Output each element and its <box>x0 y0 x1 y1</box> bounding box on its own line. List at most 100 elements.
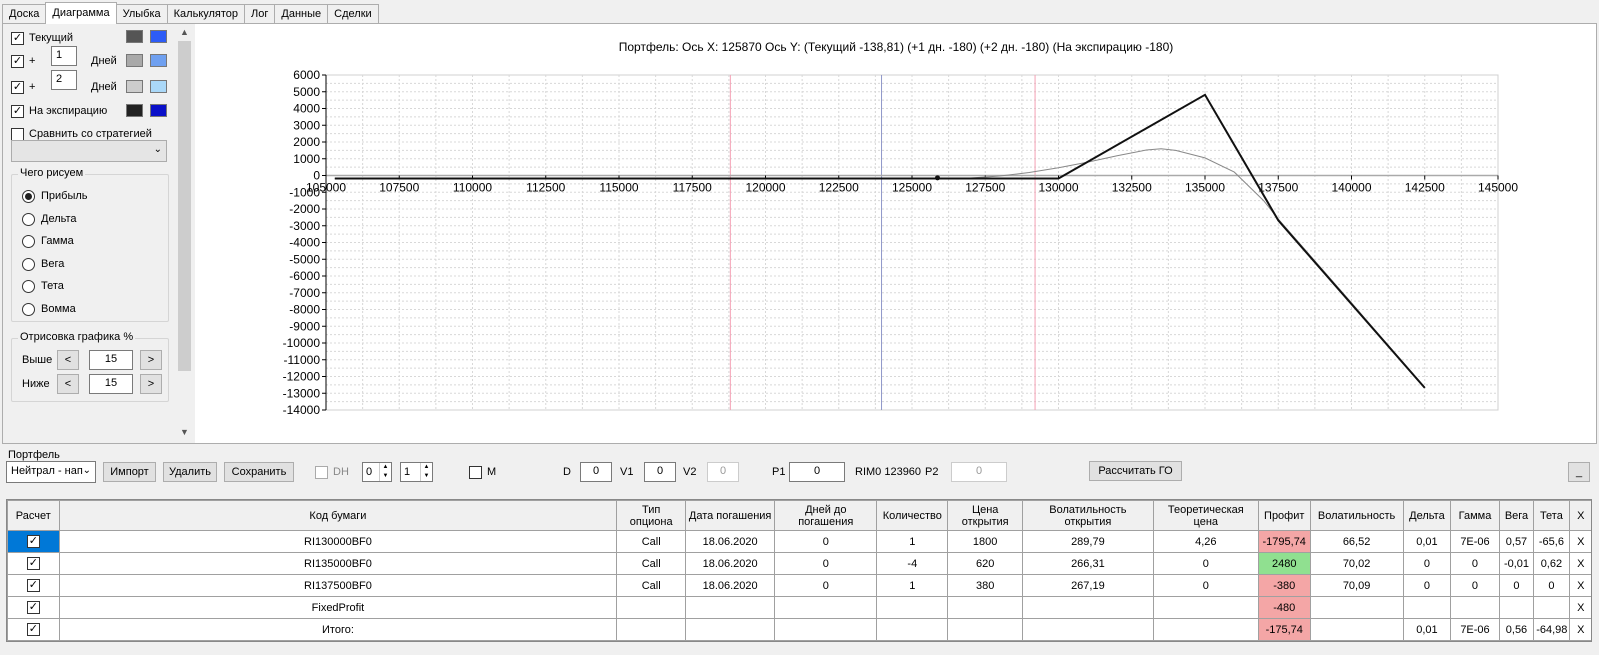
spin-updown-icon[interactable]: ▲ ▼ <box>420 463 432 481</box>
col-header-open-volatility[interactable]: Волатильность открытия <box>1022 500 1154 531</box>
table-row[interactable]: ✓ Итого: -175,74 0,01 7E-06 0,56 -64,98 X <box>7 618 1591 641</box>
radio-vega-circle[interactable] <box>22 257 35 271</box>
col-header-code[interactable]: Код бумаги <box>58 500 618 531</box>
plus2-days-input[interactable]: 2 <box>51 70 77 90</box>
v1-input[interactable]: 0 <box>644 462 676 482</box>
radio-delta[interactable]: Дельта <box>22 210 77 228</box>
dh-spin-1[interactable]: 0 ▲ ▼ <box>362 462 392 482</box>
table-row[interactable]: ✓ RI135000BF0 Call 18.06.2020 0 -4 620 266,31 0 2… <box>7 552 1591 575</box>
below-increase-button[interactable]: > <box>140 374 162 394</box>
col-header-quantity[interactable]: Количество <box>876 500 949 531</box>
below-decrease-button[interactable]: < <box>57 374 79 394</box>
strategy-combo[interactable]: Нейтрал - нап ⌄ <box>6 461 96 483</box>
plus1-days-input[interactable]: 1 <box>51 46 77 66</box>
below-input[interactable]: 15 <box>89 374 133 394</box>
delete-cell[interactable]: X <box>1568 552 1591 575</box>
current-color-1[interactable] <box>126 30 143 43</box>
save-button[interactable]: Сохранить <box>224 462 294 482</box>
col-header-theoretical-price[interactable]: Теоретическая цена <box>1152 500 1259 531</box>
minimize-button[interactable]: _ <box>1568 462 1590 482</box>
plus1-color-2[interactable] <box>150 54 167 67</box>
table-row[interactable]: ✓ FixedProfit -480 X <box>7 596 1591 619</box>
above-increase-button[interactable]: > <box>140 350 162 370</box>
plus1-checkbox[interactable]: ✓ <box>11 54 24 68</box>
col-header-open-price[interactable]: Цена открытия <box>947 500 1024 531</box>
calc-checkbox[interactable]: ✓ <box>26 557 40 570</box>
radio-theta-circle[interactable] <box>22 279 35 293</box>
expiration-checkbox[interactable]: ✓ <box>11 104 24 118</box>
delete-cell[interactable]: X <box>1568 596 1591 619</box>
tab-log[interactable]: Лог <box>244 4 276 24</box>
days-to-expiry-cell <box>774 618 878 641</box>
m-checkbox[interactable] <box>469 466 482 479</box>
calc-checkbox[interactable]: ✓ <box>26 535 40 548</box>
plus2-checkbox[interactable]: ✓ <box>11 80 24 94</box>
radio-vomma-circle[interactable] <box>22 302 35 316</box>
tab-smile[interactable]: Улыбка <box>115 4 168 24</box>
current-checkbox[interactable]: ✓ <box>11 31 24 45</box>
tab-calculator[interactable]: Калькулятор <box>166 4 246 24</box>
radio-theta[interactable]: Тета <box>22 277 64 295</box>
plus2-color-2[interactable] <box>150 80 167 93</box>
col-header-theta[interactable]: Тета <box>1533 500 1570 531</box>
scroll-thumb[interactable] <box>178 41 191 371</box>
radio-profit[interactable]: Прибыль <box>22 187 88 205</box>
plus2-color-1[interactable] <box>126 80 143 93</box>
radio-profit-circle[interactable] <box>22 189 35 203</box>
col-header-days-to-expiry[interactable]: Дней до погашения <box>774 500 878 531</box>
expiration-color-2[interactable] <box>150 104 167 117</box>
v2-input[interactable]: 0 <box>707 462 739 482</box>
plus1-color-1[interactable] <box>126 54 143 67</box>
volatility-cell <box>1309 596 1404 619</box>
dh-spin-2[interactable]: 1 ▲ ▼ <box>400 462 433 482</box>
col-header-volatility[interactable]: Волатильность <box>1309 500 1404 531</box>
tab-data[interactable]: Данные <box>274 4 329 24</box>
col-header-vega[interactable]: Вега <box>1498 500 1535 531</box>
calc-cell[interactable]: ✓ <box>7 530 60 553</box>
radio-delta-circle[interactable] <box>22 212 35 226</box>
scroll-up-icon[interactable]: ▲ <box>176 24 193 41</box>
delete-cell[interactable]: X <box>1568 530 1591 553</box>
col-header-delete[interactable]: X <box>1568 500 1591 531</box>
spin-updown-icon[interactable]: ▲ ▼ <box>379 463 391 481</box>
delete-cell[interactable]: X <box>1568 618 1591 641</box>
radio-vega[interactable]: Вега <box>22 255 64 273</box>
d-input[interactable]: 0 <box>580 462 612 482</box>
above-input[interactable]: 15 <box>89 350 133 370</box>
col-header-profit[interactable]: Профит <box>1257 500 1311 531</box>
scroll-down-icon[interactable]: ▼ <box>176 424 193 441</box>
expiration-color-1[interactable] <box>126 104 143 117</box>
calculate-go-button[interactable]: Рассчитать ГО <box>1089 461 1182 481</box>
col-header-expiry-date[interactable]: Дата погашения <box>685 500 776 531</box>
calc-checkbox[interactable]: ✓ <box>26 623 40 636</box>
radio-gamma-circle[interactable] <box>22 234 35 248</box>
tab-deals[interactable]: Сделки <box>327 4 379 24</box>
radio-vomma[interactable]: Вомма <box>22 300 76 318</box>
dh-checkbox[interactable] <box>315 466 328 479</box>
calc-checkbox[interactable]: ✓ <box>26 579 40 592</box>
radio-gamma[interactable]: Гамма <box>22 232 74 250</box>
calc-cell[interactable]: ✓ <box>7 618 60 641</box>
p2-input[interactable]: 0 <box>951 462 1007 482</box>
calc-cell[interactable]: ✓ <box>7 574 60 597</box>
col-header-calc[interactable]: Расчет <box>7 500 60 531</box>
col-header-type[interactable]: Тип опциона <box>616 500 687 531</box>
delete-button[interactable]: Удалить <box>163 462 217 482</box>
compare-checkbox[interactable] <box>11 127 24 141</box>
calc-cell[interactable]: ✓ <box>7 596 60 619</box>
strategy-compare-combo[interactable]: ⌄ <box>11 140 167 162</box>
p1-input[interactable]: 0 <box>789 462 845 482</box>
calc-cell[interactable]: ✓ <box>7 552 60 575</box>
import-button[interactable]: Импорт <box>103 462 156 482</box>
col-header-gamma[interactable]: Гамма <box>1450 500 1500 531</box>
delete-cell[interactable]: X <box>1568 574 1591 597</box>
col-header-delta[interactable]: Дельта <box>1402 500 1452 531</box>
table-row[interactable]: ✓ RI130000BF0 Call 18.06.2020 0 1 1800 289,79 4,… <box>7 530 1591 553</box>
left-pane-scrollbar[interactable]: ▲ ▼ <box>176 24 193 443</box>
tab-board[interactable]: Доска <box>2 4 47 24</box>
current-color-2[interactable] <box>150 30 167 43</box>
calc-checkbox[interactable]: ✓ <box>26 601 40 614</box>
table-row[interactable]: ✓ RI137500BF0 Call 18.06.2020 0 1 380 267,19 0 -3… <box>7 574 1591 597</box>
above-decrease-button[interactable]: < <box>57 350 79 370</box>
tab-diagram[interactable]: Диаграмма <box>45 2 117 24</box>
